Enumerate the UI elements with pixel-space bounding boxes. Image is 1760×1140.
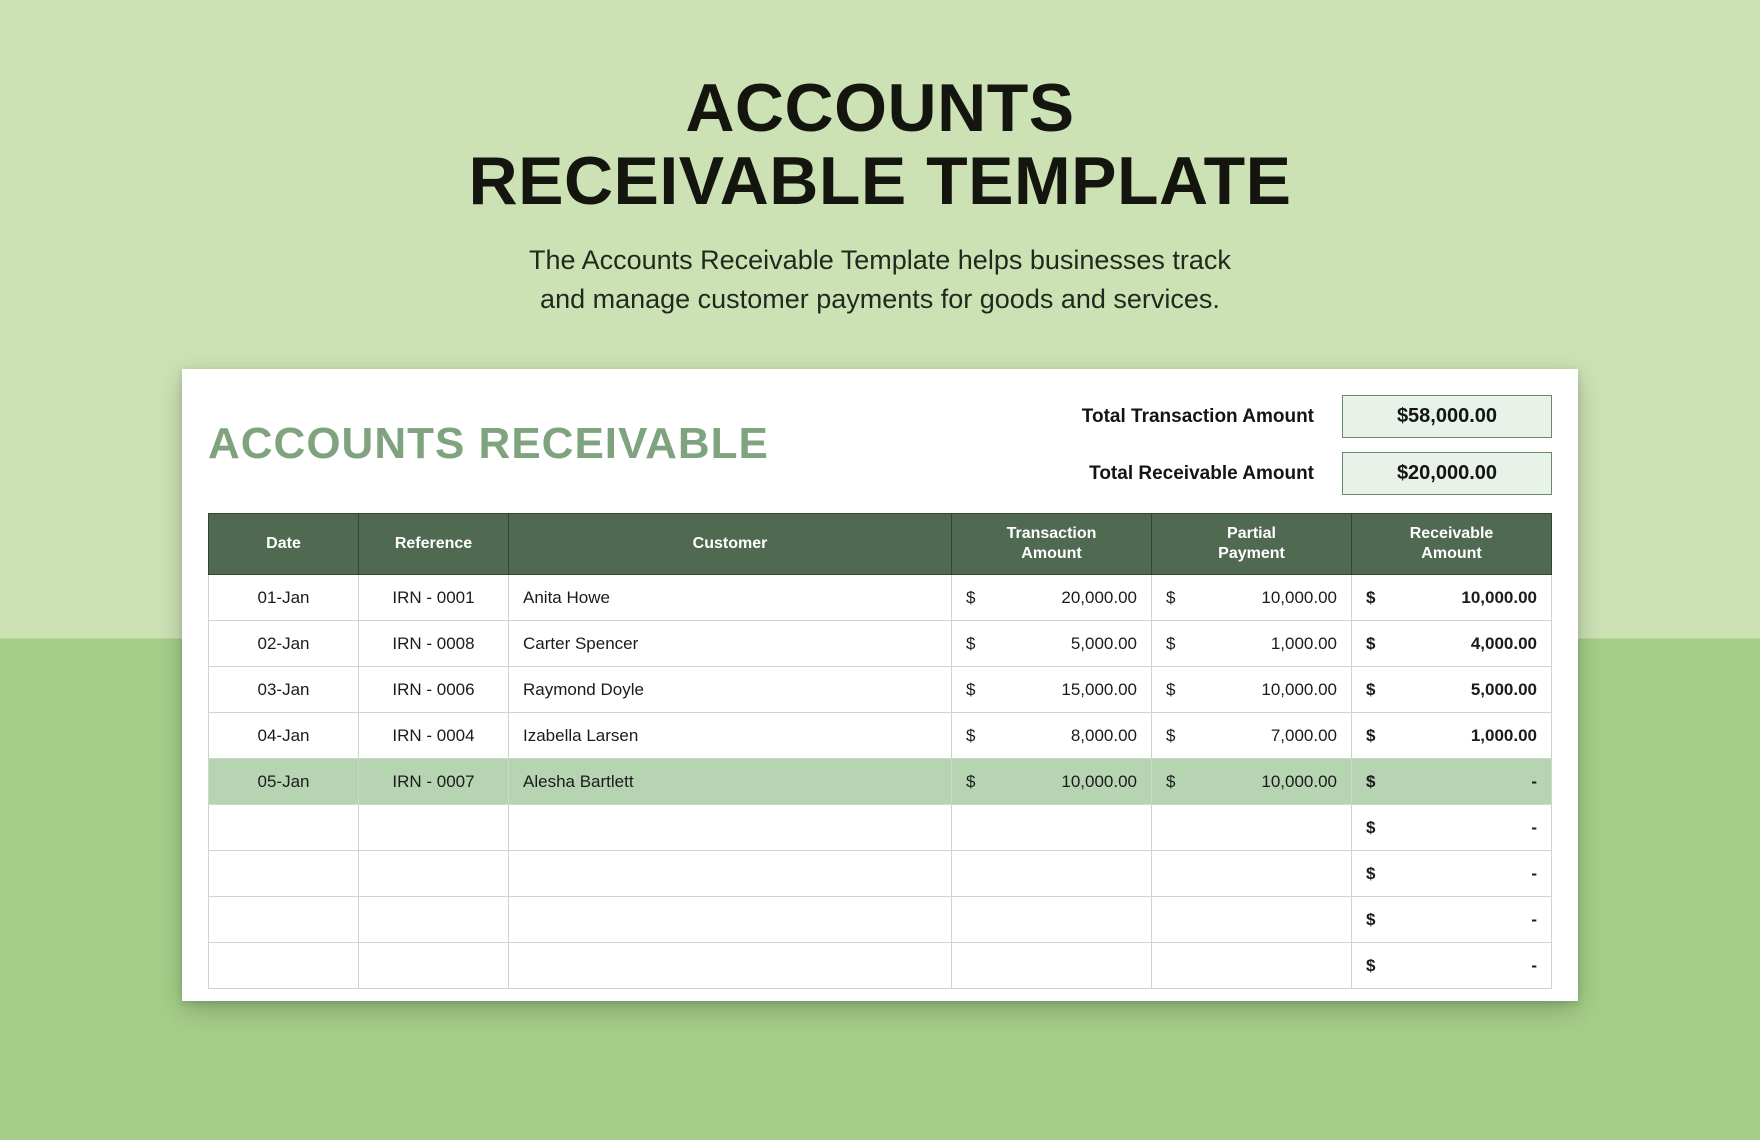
- table-row: $-: [209, 851, 1552, 897]
- cell-tx: $15,000.00: [952, 667, 1152, 713]
- spreadsheet-card: ACCOUNTS RECEIVABLE Total Transaction Am…: [182, 369, 1578, 1001]
- col-reference: Reference: [359, 514, 509, 575]
- cell-cust: [509, 851, 952, 897]
- sheet-title: ACCOUNTS RECEIVABLE: [208, 395, 1058, 469]
- cell-rv: $-: [1352, 851, 1552, 897]
- cell-pp: [1152, 943, 1352, 989]
- cell-date: [209, 851, 359, 897]
- cell-tx: $10,000.00: [952, 759, 1152, 805]
- accounts-receivable-table: Date Reference Customer Transaction Amou…: [208, 513, 1552, 989]
- page-headline: ACCOUNTS RECEIVABLE TEMPLATE: [468, 72, 1291, 219]
- sheet-header: ACCOUNTS RECEIVABLE Total Transaction Am…: [208, 395, 1552, 495]
- cell-rv: $-: [1352, 805, 1552, 851]
- col-customer: Customer: [509, 514, 952, 575]
- total-receivable-label: Total Receivable Amount: [1082, 463, 1314, 485]
- cell-cust: Anita Howe: [509, 575, 952, 621]
- cell-cust: [509, 805, 952, 851]
- cell-tx: [952, 897, 1152, 943]
- cell-date: 02-Jan: [209, 621, 359, 667]
- table-header-row: Date Reference Customer Transaction Amou…: [209, 514, 1552, 575]
- cell-pp: [1152, 805, 1352, 851]
- total-transaction-label: Total Transaction Amount: [1082, 406, 1314, 428]
- cell-ref: [359, 897, 509, 943]
- cell-rv: $-: [1352, 759, 1552, 805]
- table-row: 03-JanIRN - 0006Raymond Doyle$15,000.00$…: [209, 667, 1552, 713]
- table-row: 04-JanIRN - 0004Izabella Larsen$8,000.00…: [209, 713, 1552, 759]
- table-row: $-: [209, 943, 1552, 989]
- cell-rv: $-: [1352, 897, 1552, 943]
- cell-tx: $5,000.00: [952, 621, 1152, 667]
- page-subhead: The Accounts Receivable Template helps b…: [529, 241, 1231, 319]
- cell-date: [209, 897, 359, 943]
- cell-pp: $10,000.00: [1152, 667, 1352, 713]
- cell-date: 01-Jan: [209, 575, 359, 621]
- cell-ref: [359, 943, 509, 989]
- cell-pp: [1152, 851, 1352, 897]
- table-row: $-: [209, 805, 1552, 851]
- table-row: $-: [209, 897, 1552, 943]
- cell-tx: [952, 943, 1152, 989]
- cell-rv: $-: [1352, 943, 1552, 989]
- cell-cust: [509, 897, 952, 943]
- cell-ref: IRN - 0006: [359, 667, 509, 713]
- cell-cust: Alesha Bartlett: [509, 759, 952, 805]
- cell-ref: [359, 805, 509, 851]
- cell-ref: IRN - 0007: [359, 759, 509, 805]
- totals-block: Total Transaction Amount $58,000.00 Tota…: [1082, 395, 1552, 495]
- cell-pp: $10,000.00: [1152, 759, 1352, 805]
- cell-ref: [359, 851, 509, 897]
- cell-pp: [1152, 897, 1352, 943]
- cell-tx: [952, 851, 1152, 897]
- cell-rv: $1,000.00: [1352, 713, 1552, 759]
- cell-cust: [509, 943, 952, 989]
- table-row: 01-JanIRN - 0001Anita Howe$20,000.00$10,…: [209, 575, 1552, 621]
- cell-date: [209, 805, 359, 851]
- cell-pp: $1,000.00: [1152, 621, 1352, 667]
- table-row: 05-JanIRN - 0007Alesha Bartlett$10,000.0…: [209, 759, 1552, 805]
- cell-rv: $10,000.00: [1352, 575, 1552, 621]
- cell-tx: [952, 805, 1152, 851]
- col-transaction: Transaction Amount: [952, 514, 1152, 575]
- cell-tx: $8,000.00: [952, 713, 1152, 759]
- total-transaction-value: $58,000.00: [1342, 395, 1552, 438]
- cell-date: 03-Jan: [209, 667, 359, 713]
- total-receivable-value: $20,000.00: [1342, 452, 1552, 495]
- template-preview: ACCOUNTS RECEIVABLE TEMPLATE The Account…: [0, 0, 1760, 1140]
- col-receivable: Receivable Amount: [1352, 514, 1552, 575]
- cell-date: [209, 943, 359, 989]
- col-date: Date: [209, 514, 359, 575]
- col-partial: Partial Payment: [1152, 514, 1352, 575]
- cell-pp: $7,000.00: [1152, 713, 1352, 759]
- cell-cust: Raymond Doyle: [509, 667, 952, 713]
- table-row: 02-JanIRN - 0008Carter Spencer$5,000.00$…: [209, 621, 1552, 667]
- cell-date: 04-Jan: [209, 713, 359, 759]
- cell-cust: Carter Spencer: [509, 621, 952, 667]
- cell-date: 05-Jan: [209, 759, 359, 805]
- cell-ref: IRN - 0001: [359, 575, 509, 621]
- cell-ref: IRN - 0008: [359, 621, 509, 667]
- cell-cust: Izabella Larsen: [509, 713, 952, 759]
- cell-rv: $5,000.00: [1352, 667, 1552, 713]
- cell-tx: $20,000.00: [952, 575, 1152, 621]
- cell-pp: $10,000.00: [1152, 575, 1352, 621]
- cell-ref: IRN - 0004: [359, 713, 509, 759]
- cell-rv: $4,000.00: [1352, 621, 1552, 667]
